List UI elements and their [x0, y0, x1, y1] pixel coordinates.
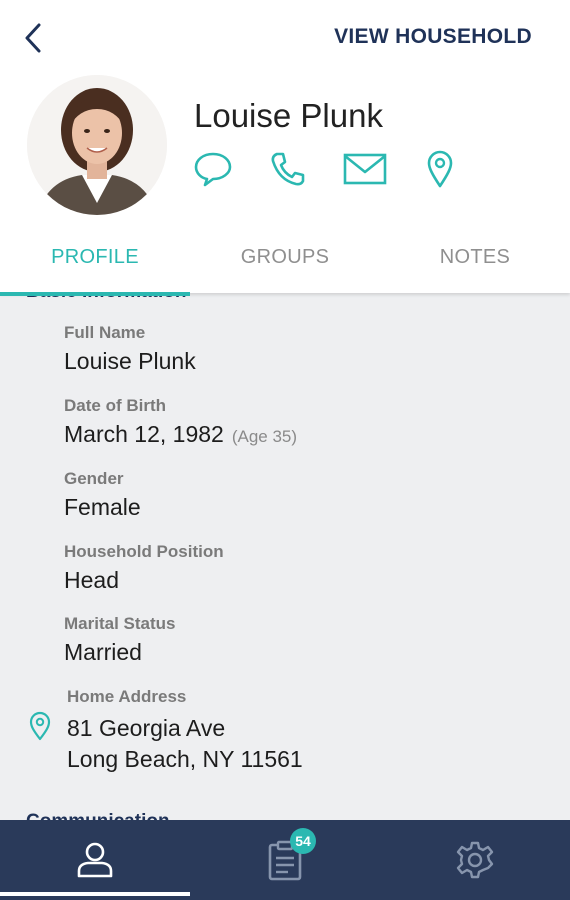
field-value: Married — [64, 639, 142, 665]
address-line-2: Long Beach, NY 11561 — [67, 746, 303, 772]
field-value: Female — [64, 494, 141, 520]
field-date-of-birth: Date of Birth March 12, 1982 (Age 35) — [64, 396, 297, 447]
location-pin-icon — [427, 150, 453, 188]
map-button[interactable] — [424, 148, 456, 190]
profile-content[interactable]: Basic Information Full Name Louise Plunk… — [0, 293, 570, 820]
field-household-position: Household Position Head — [64, 542, 224, 593]
age-note: (Age 35) — [231, 427, 298, 446]
field-label: Household Position — [64, 542, 224, 561]
email-button[interactable] — [342, 148, 388, 190]
profile-header: VIEW HOUSEHOLD Louise Plunk PROFILE GROU… — [0, 0, 570, 296]
field-label: Home Address — [67, 687, 187, 706]
view-household-button[interactable]: VIEW HOUSEHOLD — [334, 25, 532, 49]
call-button[interactable] — [268, 148, 308, 190]
gear-icon — [456, 841, 494, 879]
field-value-row: March 12, 1982 (Age 35) — [64, 421, 298, 447]
field-value: Louise Plunk — [64, 348, 196, 374]
bottom-navigation: 54 — [0, 820, 570, 900]
chevron-left-icon — [25, 23, 41, 53]
nav-tasks[interactable] — [190, 820, 380, 900]
nav-profile[interactable] — [0, 820, 190, 900]
active-nav-indicator — [0, 892, 190, 896]
tab-profile[interactable]: PROFILE — [0, 232, 190, 293]
back-button[interactable] — [18, 20, 48, 56]
field-label: Date of Birth — [64, 396, 166, 415]
field-marital-status: Marital Status Married — [64, 614, 175, 665]
field-label: Full Name — [64, 323, 146, 342]
notification-badge: 54 — [290, 828, 316, 854]
location-pin-icon — [29, 711, 51, 741]
address-map-button[interactable] — [28, 711, 52, 746]
field-label: Marital Status — [64, 614, 176, 633]
chat-icon — [194, 152, 232, 187]
tab-notes[interactable]: NOTES — [380, 232, 570, 293]
person-name: Louise Plunk — [194, 97, 383, 134]
chat-button[interactable] — [192, 148, 234, 190]
avatar-photo — [27, 75, 167, 215]
field-gender: Gender Female — [64, 469, 141, 520]
active-tab-indicator — [0, 292, 190, 296]
avatar — [27, 75, 167, 215]
field-home-address[interactable]: Home Address 81 Georgia Ave Long Beach, … — [67, 687, 303, 775]
phone-icon — [271, 152, 305, 186]
address-block: 81 Georgia Ave Long Beach, NY 11561 — [67, 713, 303, 775]
field-label: Gender — [64, 469, 124, 488]
field-full-name: Full Name Louise Plunk — [64, 323, 196, 374]
profile-tabs: PROFILE GROUPS NOTES — [0, 232, 570, 296]
field-value: March 12, 1982 — [64, 421, 224, 447]
field-value: Head — [64, 567, 119, 593]
address-line-1: 81 Georgia Ave — [67, 715, 226, 741]
person-icon — [77, 842, 113, 878]
tab-groups[interactable]: GROUPS — [190, 232, 380, 293]
section-title-communication: Communication — [26, 811, 170, 820]
nav-settings[interactable] — [380, 820, 570, 900]
mail-icon — [343, 153, 387, 185]
